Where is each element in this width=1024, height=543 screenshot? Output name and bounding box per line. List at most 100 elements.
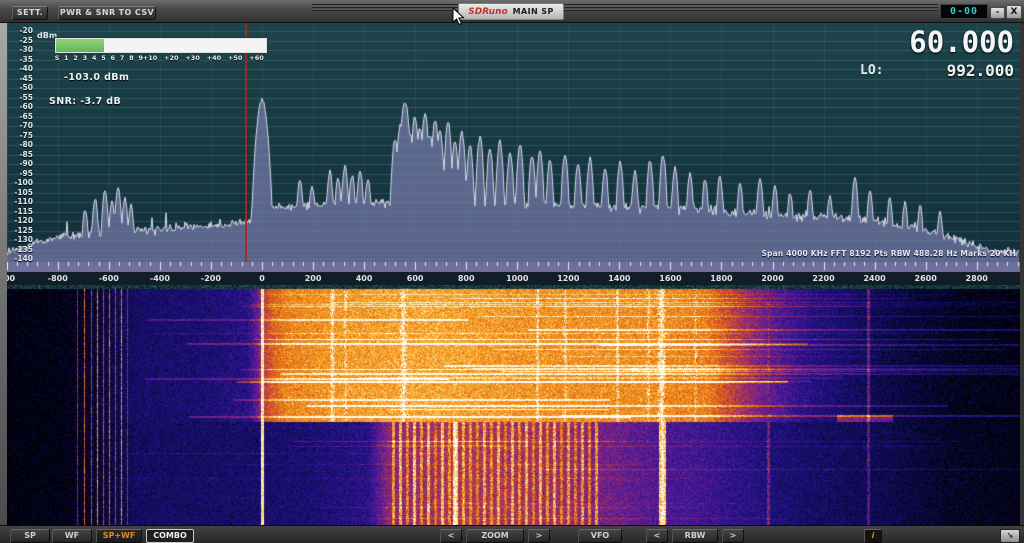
smeter-scale-label: +20 [164,54,179,62]
app-logo: SDRuno [468,7,507,17]
freq-tick-label: -800 [48,274,68,283]
dbm-tick-label: -100 [7,179,33,187]
smeter-scale-label: 6 [111,54,116,62]
freq-tick-label: 400 [356,274,373,283]
zoom-in-button[interactable]: > [528,529,550,543]
window-title: MAIN SP [513,7,554,16]
smeter-scale-label: S [55,54,60,62]
dbm-tick-label: -40 [7,65,33,73]
smeter-scale-label: +60 [249,54,264,62]
freq-tick-label: 800 [458,274,475,283]
smeter-scale-label: 3 [83,54,88,62]
window-frame-right [1020,22,1024,525]
resize-button[interactable]: ↘ [1000,529,1020,543]
smeter-scale-label: 5 [101,54,106,62]
dbm-tick-label: -115 [7,208,33,216]
freq-tick-label: -200 [201,274,221,283]
dbm-tick-label: -75 [7,132,33,140]
freq-tick-label: 2400 [863,274,885,283]
mouse-cursor [452,7,465,26]
smeter-scale-label: 4 [92,54,97,62]
dbm-tick-label: -55 [7,94,33,102]
dbm-tick-label: -135 [7,246,33,254]
power-readout: -103.0 dBm [64,72,129,83]
dbm-tick-label: -50 [7,84,33,92]
freq-tick-label: 1400 [608,274,630,283]
dbm-tick-label: -45 [7,75,33,83]
sp-wf-button[interactable]: SP+WF [96,529,142,543]
vfo-button[interactable]: VFO [578,529,622,543]
dbm-tick-label: -60 [7,103,33,111]
combo-button[interactable]: COMBO [146,529,194,543]
dbm-tick-label: -80 [7,141,33,149]
dbm-tick-label: -25 [7,37,33,45]
dbm-tick-label: -105 [7,189,33,197]
rbw-up-button[interactable]: > [722,529,744,543]
smeter-scale-label: 2 [73,54,78,62]
bottom-toolbar: SP WF SP+WF COMBO < ZOOM > VFO < RBW > i… [0,525,1024,543]
dbm-tick-label: -95 [7,170,33,178]
vfo-frequency-readout[interactable]: 60.000 [909,25,1014,59]
zoom-out-button[interactable]: < [440,529,462,543]
span-status: Span 4000 KHz FFT 8192 Pts RBW 488.28 Hz… [761,249,1016,258]
smeter-scale-label: +50 [228,54,243,62]
minimize-button[interactable]: – [990,7,1005,19]
frequency-axis: 000 -800 -600 -400 -200 0 200 400 600 800 1000 1200… [7,272,1020,285]
settings-button[interactable]: SETT. [12,6,48,20]
dbm-tick-label: -125 [7,227,33,235]
snr-readout: SNR: -3.7 dB [49,96,121,107]
freq-tick-label: 200 [305,274,322,283]
freq-tick-label: 600 [407,274,424,283]
smeter-scale-label: 7 [120,54,125,62]
dbm-tick-label: -65 [7,113,33,121]
freq-tick-label: 2600 [915,274,937,283]
freq-tick-label: 1800 [710,274,732,283]
dbm-tick-label: -20 [7,27,33,35]
freq-tick-label: 000 [7,274,15,283]
rbw-down-button[interactable]: < [646,529,668,543]
dbm-tick-label: -120 [7,217,33,225]
smeter-scale-label: +10 [143,54,158,62]
dbm-tick-label: -30 [7,46,33,54]
dbm-tick-label: -85 [7,151,33,159]
info-button[interactable]: i [864,529,882,543]
dbm-tick-label: -140 [7,255,33,263]
freq-tick-label: 1000 [506,274,528,283]
freq-tick-label: 2000 [761,274,783,283]
close-button[interactable]: X [1006,5,1022,19]
dbm-tick-label: -110 [7,198,33,206]
freq-tick-label: -600 [99,274,119,283]
lo-frequency-readout[interactable]: 992.000 [947,61,1014,80]
freq-tick-label: 2800 [966,274,988,283]
dbm-tick-label: -70 [7,122,33,130]
sp-button[interactable]: SP [10,529,50,543]
rbw-button[interactable]: RBW [672,529,718,543]
smeter-scale-label: 1 [64,54,69,62]
smeter-scale-label: 8 [129,54,134,62]
clock-display: 0-00 [940,4,988,19]
wf-button[interactable]: WF [52,529,92,543]
pwr-snr-csv-button[interactable]: PWR & SNR TO CSV [58,6,156,20]
s-meter-fill [56,39,104,52]
waterfall-panel [7,285,1020,525]
title-plate: SDRuno MAIN SP [458,3,564,20]
freq-tick-label: -400 [150,274,170,283]
freq-tick-label: 0 [259,274,265,283]
waterfall-canvas[interactable] [7,285,1020,525]
sdruno-main-sp-window: SETT. PWR & SNR TO CSV SDRuno MAIN SP 0-… [0,0,1024,543]
zoom-button[interactable]: ZOOM [466,529,524,543]
titlebar-grip-lines [312,3,938,13]
smeter-scale-label: +30 [185,54,200,62]
lo-label: LO: [860,63,883,78]
freq-tick-label: 2200 [812,274,834,283]
smeter-scale-label: +40 [207,54,222,62]
spectrum-panel: -20-25-30-35-40-45-50-55-60-65-70-75-80-… [7,22,1020,285]
dbm-tick-label: -130 [7,236,33,244]
window-frame-left [0,22,7,525]
freq-tick-label: 1600 [659,274,681,283]
smeter-scale: S123456789+10+20+30+40+50+60 [7,54,277,62]
freq-tick-label: 1200 [557,274,579,283]
s-meter [55,38,267,53]
title-bar[interactable]: SETT. PWR & SNR TO CSV SDRuno MAIN SP 0-… [0,0,1024,23]
dbm-tick-label: -90 [7,160,33,168]
